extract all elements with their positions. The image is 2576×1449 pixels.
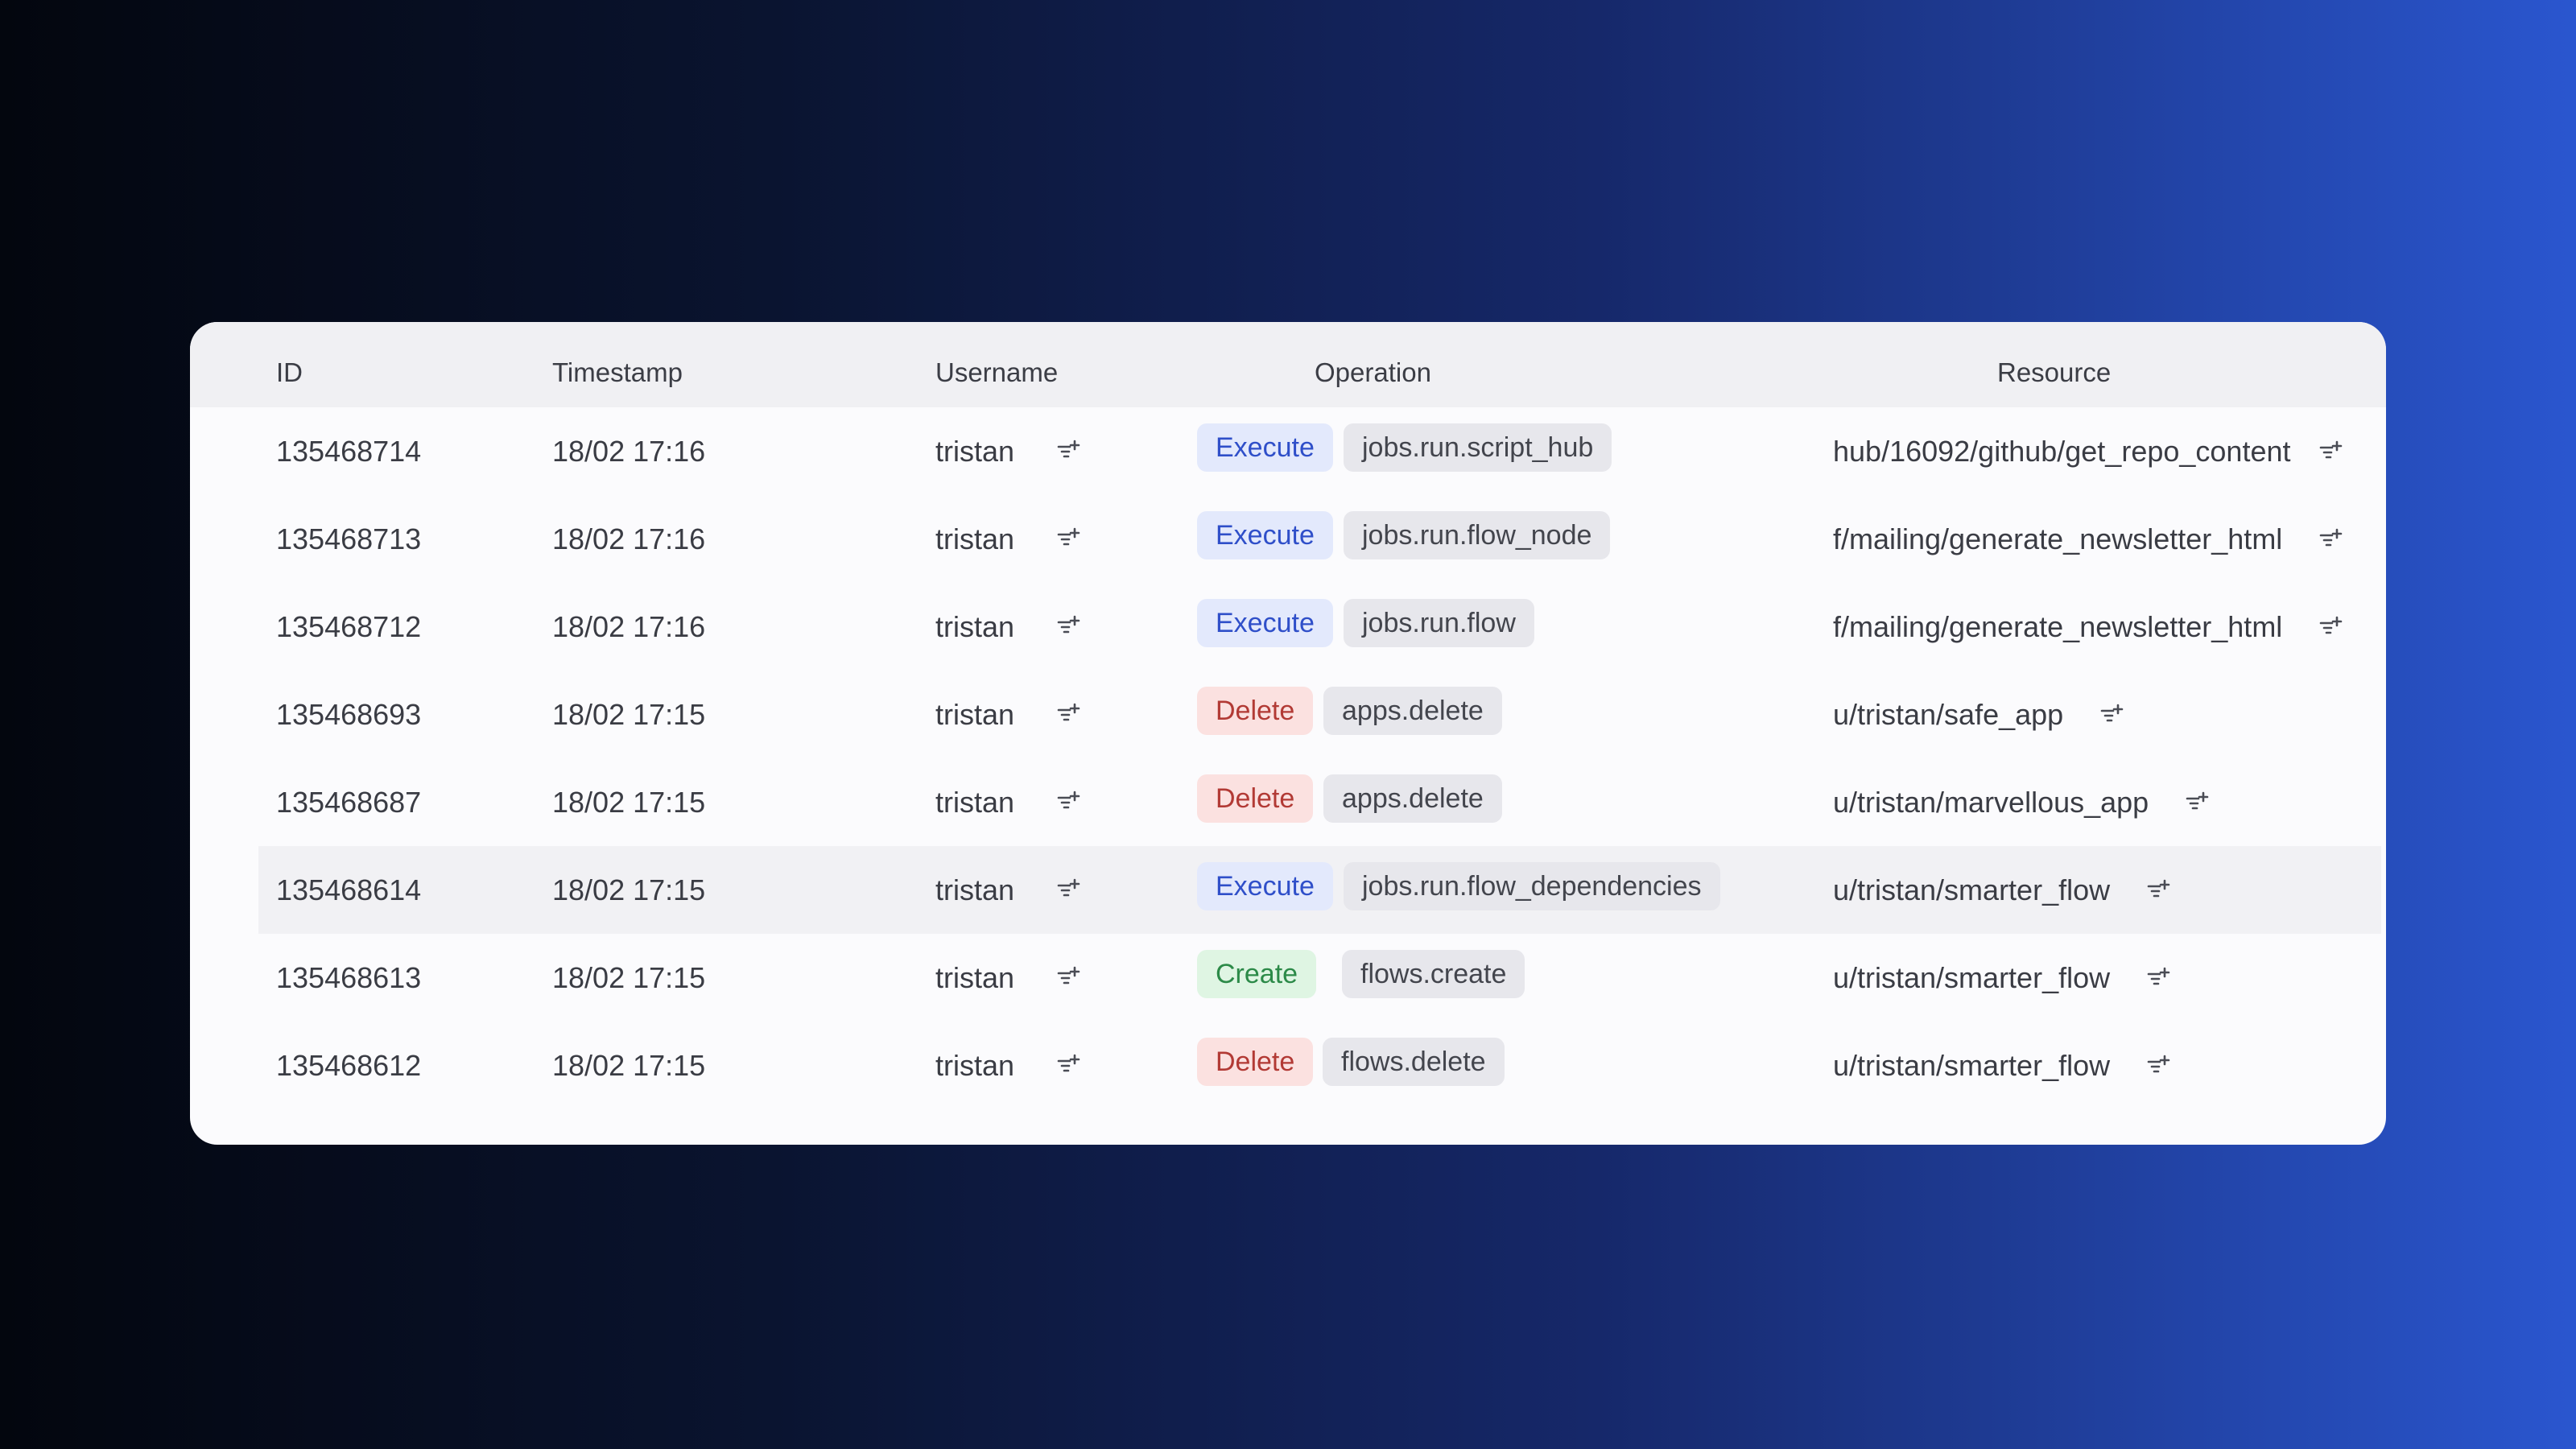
filter-plus-icon[interactable] — [2147, 1055, 2171, 1077]
filter-plus-icon[interactable] — [1057, 615, 1081, 638]
filter-plus-icon[interactable] — [2319, 440, 2343, 463]
column-header-id[interactable]: ID — [276, 322, 303, 407]
filter-plus-icon[interactable] — [1057, 440, 1081, 462]
cell-timestamp: 18/02 17:16 — [552, 522, 706, 555]
audit-log-table: ID Timestamp Username Operation Resource… — [190, 322, 2386, 1145]
operation-code-badge: jobs.run.flow_dependencies — [1344, 862, 1720, 910]
operation-kind-badge: Execute — [1197, 423, 1333, 472]
cell-resource: hub/16092/github/get_repo_content — [1833, 407, 2358, 495]
cell-timestamp: 18/02 17:15 — [552, 961, 706, 994]
table-row[interactable]: 135468712 18/02 17:16 tristan Execute jobs.r… — [190, 583, 2386, 671]
filter-plus-icon[interactable] — [1057, 703, 1081, 725]
cell-resource: u/tristan/safe_app — [1833, 671, 2124, 758]
operation-code-badge: apps.delete — [1323, 687, 1502, 735]
cell-resource: u/tristan/smarter_flow — [1833, 934, 2171, 1022]
cell-username: tristan — [935, 873, 1015, 906]
filter-plus-icon[interactable] — [1057, 966, 1081, 989]
cell-resource: u/tristan/marvellous_app — [1833, 758, 2210, 846]
cell-id: 135468612 — [276, 1049, 422, 1082]
cell-username: tristan — [935, 1049, 1015, 1082]
filter-plus-icon[interactable] — [1057, 878, 1081, 901]
cell-resource: u/tristan/smarter_flow — [1833, 846, 2171, 934]
table-row[interactable]: 135468693 18/02 17:15 tristan Delete apps.de… — [190, 671, 2386, 758]
operation-kind-badge: Create — [1197, 950, 1317, 998]
cell-timestamp: 18/02 17:15 — [552, 786, 706, 819]
operation-kind-badge: Execute — [1197, 599, 1333, 647]
resource-path[interactable]: f/mailing/generate_newsletter_html — [1833, 495, 2305, 583]
table-row[interactable]: 135468713 18/02 17:16 tristan Execute jobs.r… — [190, 495, 2386, 583]
cell-id: 135468613 — [276, 961, 422, 994]
cell-timestamp: 18/02 17:16 — [552, 435, 706, 468]
filter-plus-icon[interactable] — [1057, 791, 1081, 813]
filter-plus-icon[interactable] — [2147, 879, 2171, 902]
table-header: ID Timestamp Username Operation Resource — [190, 322, 2386, 407]
resource-path[interactable]: u/tristan/marvellous_app — [1833, 758, 2149, 846]
table-row[interactable]: 135468614 18/02 17:15 tristan Execute jobs.r… — [190, 846, 2386, 934]
cell-resource: u/tristan/smarter_flow — [1833, 1022, 2171, 1109]
column-header-operation[interactable]: Operation — [1315, 322, 1431, 407]
operation-code-badge: flows.delete — [1323, 1038, 1505, 1086]
column-header-username[interactable]: Username — [935, 322, 1058, 407]
operation-code-badge: flows.create — [1342, 950, 1525, 998]
filter-plus-icon[interactable] — [2186, 791, 2210, 814]
filter-plus-icon[interactable] — [1057, 1054, 1081, 1076]
operation-kind-badge: Delete — [1197, 774, 1314, 823]
column-header-resource[interactable]: Resource — [1997, 322, 2111, 407]
resource-path[interactable]: hub/16092/github/get_repo_content — [1833, 407, 2305, 495]
operation-kind-badge: Execute — [1197, 862, 1333, 910]
table-row[interactable]: 135468612 18/02 17:15 tristan Delete flows.d… — [190, 1022, 2386, 1109]
resource-path[interactable]: u/tristan/smarter_flow — [1833, 846, 2110, 934]
table-row[interactable]: 135468687 18/02 17:15 tristan Delete apps.de… — [190, 758, 2386, 846]
resource-path[interactable]: u/tristan/smarter_flow — [1833, 1022, 2110, 1109]
resource-path[interactable]: f/mailing/generate_newsletter_html — [1833, 583, 2305, 671]
filter-plus-icon[interactable] — [2100, 704, 2124, 726]
cell-username: tristan — [935, 435, 1015, 468]
cell-timestamp: 18/02 17:15 — [552, 1049, 706, 1082]
operation-code-badge: jobs.run.flow — [1344, 599, 1534, 647]
operation-code-badge: jobs.run.flow_node — [1344, 511, 1611, 559]
resource-path[interactable]: u/tristan/safe_app — [1833, 671, 2063, 758]
operation-code-badge: apps.delete — [1323, 774, 1502, 823]
operation-code-badge: jobs.run.script_hub — [1344, 423, 1612, 472]
cell-resource: f/mailing/generate_newsletter_html — [1833, 495, 2358, 583]
cell-id: 135468712 — [276, 610, 422, 643]
table-row[interactable]: 135468613 18/02 17:15 tristan Create flows.c… — [190, 934, 2386, 1022]
cell-timestamp: 18/02 17:15 — [552, 698, 706, 731]
cell-username: tristan — [935, 698, 1015, 731]
cell-username: tristan — [935, 786, 1015, 819]
cell-id: 135468687 — [276, 786, 422, 819]
cell-resource: f/mailing/generate_newsletter_html — [1833, 583, 2358, 671]
cell-username: tristan — [935, 522, 1015, 555]
operation-kind-badge: Delete — [1197, 1038, 1314, 1086]
cell-timestamp: 18/02 17:15 — [552, 873, 706, 906]
resource-path[interactable]: u/tristan/smarter_flow — [1833, 934, 2110, 1022]
operation-kind-badge: Delete — [1197, 687, 1314, 735]
filter-plus-icon[interactable] — [2147, 967, 2171, 989]
filter-plus-icon[interactable] — [2319, 616, 2343, 638]
cell-id: 135468713 — [276, 522, 422, 555]
cell-timestamp: 18/02 17:16 — [552, 610, 706, 643]
filter-plus-icon[interactable] — [2319, 528, 2343, 551]
cell-id: 135468714 — [276, 435, 422, 468]
column-header-timestamp[interactable]: Timestamp — [552, 322, 683, 407]
cell-id: 135468614 — [276, 873, 422, 906]
table-row[interactable]: 135468714 18/02 17:16 tristan Execute jobs.r… — [190, 407, 2386, 495]
cell-id: 135468693 — [276, 698, 422, 731]
cell-username: tristan — [935, 961, 1015, 994]
cell-username: tristan — [935, 610, 1015, 643]
operation-kind-badge: Execute — [1197, 511, 1333, 559]
filter-plus-icon[interactable] — [1057, 527, 1081, 550]
